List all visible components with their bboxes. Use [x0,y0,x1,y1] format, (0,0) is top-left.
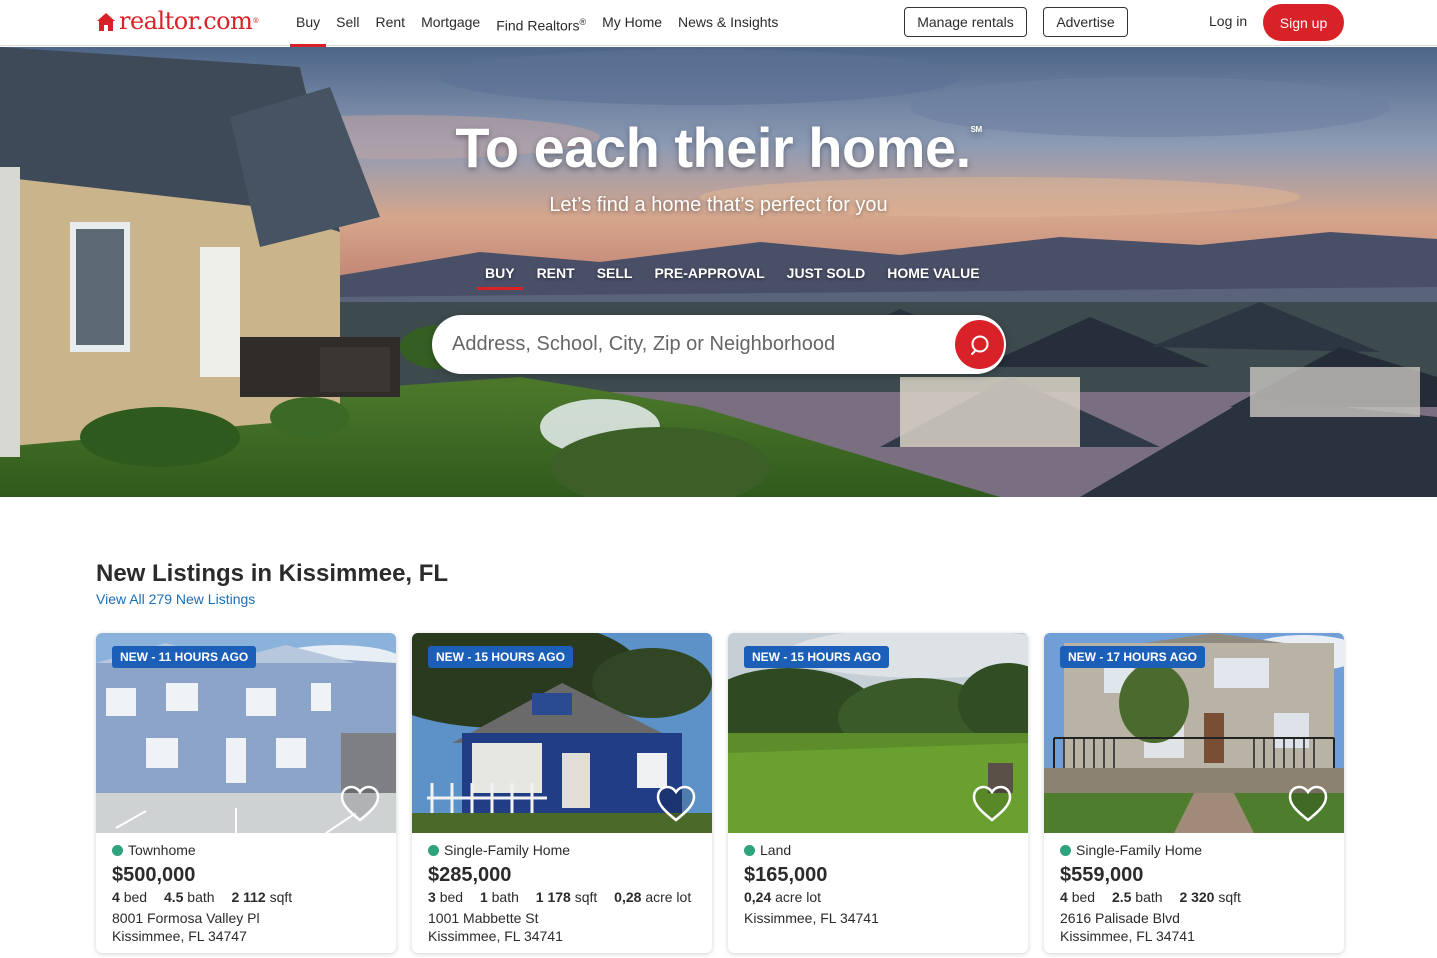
listing-price: $559,000 [1060,864,1144,886]
listing-address: 1001 Mabbette St Kissimmee, FL 34741 [428,910,563,944]
realtor-logo[interactable]: realtor.com® [96,9,259,33]
listing-address: 2616 Palisade Blvd Kissimmee, FL 34741 [1060,910,1195,944]
property-type: Single-Family Home [428,841,698,859]
tab-just-sold[interactable]: JUST SOLD [776,263,877,283]
hero-subtitle: Let’s find a home that’s perfect for you [549,194,888,216]
listing-details: Land $165,000 0,24 acre lot Kissimmee, F… [744,841,1014,927]
status-dot-icon [1060,844,1071,856]
listing-badge: NEW - 11 HOURS AGO [112,646,257,668]
listing-address: Kissimmee, FL 34741 [744,910,879,926]
search-icon [970,335,988,355]
listing-card[interactable]: NEW - 11 HOURS AGO Townhome $500,000 4 b… [96,633,396,953]
tab-sell[interactable]: SELL [586,263,644,283]
property-type: Land [744,841,1014,859]
listing-card[interactable]: NEW - 15 HOURS AGO Single-Family Home $2… [412,633,712,953]
hero-banner: To each their home.SM Let’s find a home … [0,47,1437,497]
signup-button[interactable]: Sign up [1263,4,1344,41]
nav-mortgage[interactable]: Mortgage [413,0,488,46]
listing-price: $165,000 [744,864,828,886]
status-dot-icon [428,844,439,856]
search-bar [432,315,1006,374]
nav-rent[interactable]: Rent [367,0,413,46]
listing-badge: NEW - 15 HOURS AGO [428,646,573,668]
status-dot-icon [112,844,123,856]
listing-badge: NEW - 15 HOURS AGO [744,646,889,668]
listing-details: Townhome $500,000 4 bed 4.5 bath 2 112 s… [112,841,382,945]
login-link[interactable]: Log in [1209,13,1247,29]
listing-price: $285,000 [428,864,512,886]
advertise-button[interactable]: Advertise [1043,7,1128,37]
nav-my-home[interactable]: My Home [594,0,670,46]
tab-pre-approval[interactable]: PRE-APPROVAL [643,263,775,283]
manage-rentals-button[interactable]: Manage rentals [904,7,1027,37]
house-icon [97,13,115,31]
heart-icon[interactable] [656,785,696,823]
property-type: Townhome [112,841,382,859]
tab-buy[interactable]: BUY [474,263,526,290]
listing-price: $500,000 [112,864,196,886]
tab-rent[interactable]: RENT [526,263,586,283]
logo-wordmark: realtor.com® [119,7,259,35]
search-input[interactable] [452,327,932,361]
property-type: Single-Family Home [1060,841,1330,859]
nav-buy[interactable]: Buy [288,0,328,47]
heart-icon[interactable] [972,785,1012,823]
heart-icon[interactable] [340,785,380,823]
listing-card[interactable]: NEW - 17 HOURS AGO Single-Family Home $5… [1044,633,1344,953]
top-navigation: realtor.com® Buy Sell Rent Mortgage Find… [0,0,1437,47]
section-title: New Listings in Kissimmee, FL [96,560,449,587]
listing-details: Single-Family Home $559,000 4 bed 2.5 ba… [1060,841,1330,945]
listing-card[interactable]: NEW - 15 HOURS AGO Land $165,000 0,24 ac… [728,633,1028,953]
nav-find-realtors[interactable]: Find Realtors® [488,0,594,46]
status-dot-icon [744,844,755,856]
nav-news-insights[interactable]: News & Insights [670,0,786,46]
listing-stats: 3 bed 1 bath 1 178 sqft 0,28 acre lot [428,889,692,905]
tab-home-value[interactable]: HOME VALUE [876,263,990,283]
listing-badge: NEW - 17 HOURS AGO [1060,646,1205,668]
search-mode-tabs: BUY RENT SELL PRE-APPROVAL JUST SOLD HOM… [474,263,991,290]
nav-sell[interactable]: Sell [328,0,367,46]
listing-address: 8001 Formosa Valley Pl Kissimmee, FL 347… [112,910,260,944]
listing-stats: 0,24 acre lot [744,889,822,905]
view-all-link[interactable]: View All 279 New Listings [96,591,255,607]
listing-stats: 4 bed 4.5 bath 2 112 sqft [112,889,293,905]
heart-icon[interactable] [1288,785,1328,823]
hero-title: To each their home.SM [455,116,982,179]
main-nav: Buy Sell Rent Mortgage Find Realtors® My… [288,0,786,47]
listing-stats: 4 bed 2.5 bath 2 320 sqft [1060,889,1241,905]
search-button[interactable] [955,320,1004,369]
listing-details: Single-Family Home $285,000 3 bed 1 bath… [428,841,698,945]
